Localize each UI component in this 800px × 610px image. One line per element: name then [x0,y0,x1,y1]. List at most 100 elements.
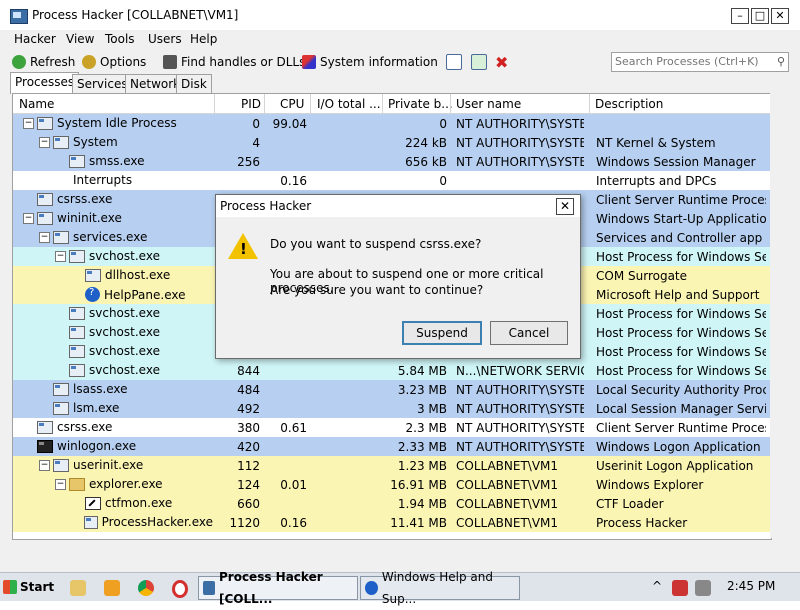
process-icon [53,401,69,415]
table-row[interactable]: csrss.exe 380 0.61 2.3 MB NT AUTHORITY\SYSTE… [13,418,771,437]
help-icon [85,287,100,302]
vertical-scrollbar[interactable] [770,93,787,538]
expander-toggle[interactable]: − [23,212,34,224]
column-pid[interactable]: PID [241,97,261,111]
menu-users[interactable]: Users [148,32,182,46]
process-icon [83,515,98,529]
cell-pid: 420 [237,440,260,454]
dialog-close-button[interactable]: ✕ [556,198,574,215]
process-name: winlogon.exe [57,439,137,453]
refresh-icon [12,55,26,69]
table-row[interactable]: lsm.exe 492 3 MB NT AUTHORITY\SYSTEM Local S… [13,399,771,418]
process-icon [37,211,53,225]
menu-tools[interactable]: Tools [105,32,135,46]
expander-toggle[interactable]: − [39,459,50,471]
table-row[interactable]: smss.exe 256 656 kB NT AUTHORITY\SYSTEM Wind… [13,152,771,171]
volume-icon[interactable] [695,580,711,596]
cell-desc: Host Process for Windows Ser... [596,326,766,340]
process-hacker-icon [10,9,28,24]
system-information-button[interactable]: System information [302,53,438,71]
expander-toggle[interactable]: − [23,117,34,129]
process-icon [69,249,85,263]
minimize-button[interactable]: – [731,8,749,24]
table-row[interactable]: winlogon.exe 420 2.33 MB NT AUTHORITY\SYSTE… [13,437,771,456]
column-io-total[interactable]: I/O total ... [317,97,381,111]
process-name: userinit.exe [73,458,144,472]
column-cpu[interactable]: CPU [280,97,304,111]
terminate-button[interactable]: ✖ [495,52,509,72]
column-name[interactable]: Name [19,97,54,111]
table-row[interactable]: lsass.exe 484 3.23 MB NT AUTHORITY\SYSTEM Lo… [13,380,771,399]
process-name-cell: − svchost.exe [55,249,213,263]
clock[interactable]: 2:45 PM [727,579,775,593]
menu-hacker[interactable]: Hacker [14,32,56,46]
taskbar-windows-help[interactable]: Windows Help and Sup... [360,570,520,606]
process-icon [37,420,53,434]
opera-icon[interactable] [172,580,188,598]
action-center-icon[interactable] [672,580,688,596]
search-input[interactable] [612,53,765,69]
cell-priv: 16.91 MB [390,478,447,492]
table-row[interactable]: ProcessHacker.exe 1120 0.16 11.41 MB COLLABN… [13,513,771,532]
close-button[interactable]: ✕ [771,8,789,24]
process-hacker-icon [203,581,215,595]
tab-services[interactable]: Services [72,74,133,93]
expander-toggle[interactable]: − [39,231,50,243]
expander-toggle[interactable]: − [55,250,66,262]
process-name-cell: − userinit.exe [39,458,213,472]
column-description[interactable]: Description [595,97,663,111]
go-to-window-button[interactable] [471,53,491,71]
find-handles-button[interactable]: Find handles or DLLs [163,53,305,71]
process-name-cell: − explorer.exe [55,477,213,491]
expander-toggle[interactable]: − [55,478,66,490]
search-box[interactable]: ⚲ [611,52,789,72]
table-row[interactable]: ctfmon.exe 660 1.94 MB COLLABNET\VM1 CTF Loa… [13,494,771,513]
process-name: svchost.exe [89,306,160,320]
folder-icon[interactable] [70,580,86,596]
table-row[interactable]: − explorer.exe 124 0.01 16.91 MB COLLABNET\VM… [13,475,771,494]
cancel-button[interactable]: Cancel [490,321,568,345]
cell-priv: 0 [439,174,447,188]
window-icon-button[interactable] [446,53,466,71]
cell-user: COLLABNET\VM1 [456,497,559,511]
table-row[interactable]: svchost.exe 844 5.84 MB N...\NETWORK SERVIC… [13,361,771,380]
x-icon: ✖ [495,52,509,72]
maximize-button[interactable]: □ [751,8,769,24]
process-name: lsm.exe [73,401,120,415]
media-player-icon[interactable] [104,580,120,596]
process-name-cell: smss.exe [55,154,213,168]
taskbar-windows-help-label: Windows Help and Sup... [381,570,493,606]
column-private-bytes[interactable]: Private b... [388,97,453,111]
dialog-title-bar: Process Hacker ✕ [216,195,580,217]
process-name: ProcessHacker.exe [101,515,213,529]
start-button[interactable]: Start [3,577,54,597]
suspend-button[interactable]: Suspend [402,321,482,345]
windows-flag-icon [3,580,17,594]
chrome-icon[interactable] [138,580,154,596]
cell-desc: Host Process for Windows Ser... [596,345,766,359]
graph-icon [302,55,316,69]
tab-disk[interactable]: Disk [176,74,212,93]
menu-help[interactable]: Help [190,32,217,46]
table-row[interactable]: Interrupts 0.16 0 Interrupts and DPCs [13,171,771,190]
table-row[interactable]: − System 4 224 kB NT AUTHORITY\SYSTEM NT Kern… [13,133,771,152]
process-icon [69,154,85,168]
show-hidden-icons[interactable]: ^ [652,579,662,593]
cell-cpu: 0.16 [280,174,307,188]
main-window: Process Hacker [COLLABNET\VM1] – □ ✕ Hac… [0,0,800,572]
cell-cpu: 0.16 [280,516,307,530]
refresh-button[interactable]: Refresh [12,53,75,71]
options-button[interactable]: Options [82,53,146,71]
table-row[interactable]: − userinit.exe 112 1.23 MB COLLABNET\VM1 User… [13,456,771,475]
taskbar-process-hacker[interactable]: Process Hacker [COLL... [198,570,358,606]
cell-user: NT AUTHORITY\SYSTEM [456,136,584,150]
column-user-name[interactable]: User name [456,97,521,111]
tab-processes[interactable]: Processes [10,72,80,94]
process-name: lsass.exe [73,382,128,396]
cell-desc: NT Kernel & System [596,136,716,150]
table-row[interactable]: − System Idle Process 0 99.04 0 NT AUTHORITY\… [13,114,771,133]
expander-toggle[interactable]: − [39,136,50,148]
menu-view[interactable]: View [66,32,94,46]
process-name: HelpPane.exe [104,287,186,302]
cell-priv: 656 kB [405,155,447,169]
